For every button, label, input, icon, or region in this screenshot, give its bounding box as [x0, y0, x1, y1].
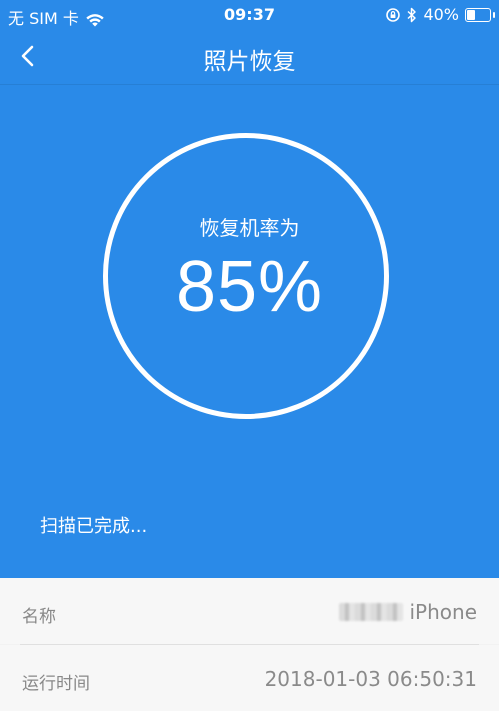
- battery-percent: 40%: [423, 5, 459, 24]
- battery-icon: [465, 7, 495, 22]
- device-model: iPhone: [409, 600, 477, 624]
- status-bar: 无 SIM 卡 09:37 40%: [0, 0, 499, 30]
- recovery-rate-label: 恢复机率为: [199, 216, 300, 240]
- status-indicators: 40%: [385, 5, 495, 24]
- navigation-bar: 照片恢复: [0, 30, 499, 85]
- recovery-rate-value: 85%: [175, 247, 324, 327]
- device-name-value: iPhone: [339, 600, 477, 624]
- scan-status: 扫描已完成...: [40, 516, 148, 537]
- device-name-row: 名称 iPhone: [0, 578, 499, 644]
- runtime-row: 运行时间 2018-01-03 06:50:31: [0, 645, 499, 711]
- runtime-label: 运行时间: [22, 674, 90, 694]
- runtime-value: 2018-01-03 06:50:31: [264, 667, 477, 691]
- page-title: 照片恢复: [203, 49, 296, 75]
- bluetooth-icon: [407, 7, 417, 22]
- device-name-label: 名称: [22, 607, 56, 627]
- rotation-lock-icon: [386, 7, 401, 22]
- redacted-name-mask: [339, 603, 404, 621]
- battery-level: [467, 9, 475, 20]
